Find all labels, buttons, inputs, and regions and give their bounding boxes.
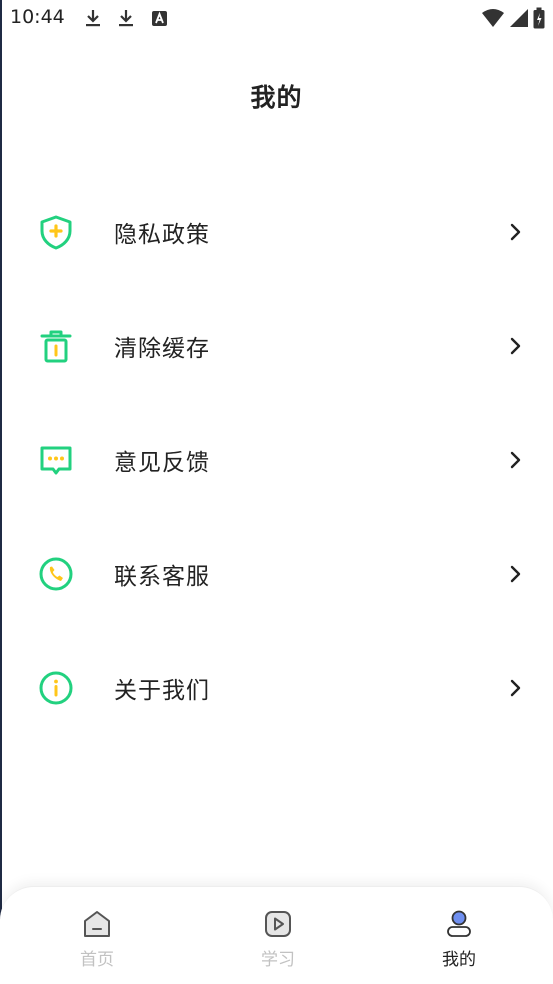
nav-label: 首页 [80,950,114,970]
message-icon [40,446,72,475]
info-icon [39,671,73,705]
font-icon [152,11,167,26]
menu-item-contact-service[interactable]: 联系客服 [0,517,553,631]
download-icon [86,10,100,27]
menu-item-privacy-policy[interactable]: 隐私政策 [0,175,553,289]
profile-icon [447,910,471,937]
menu-item-about-us[interactable]: 关于我们 [0,631,553,745]
chevron-right-icon [510,223,521,241]
page-title: 我的 [250,83,303,112]
chevron-right-icon [510,679,521,697]
menu-item-label: 意见反馈 [114,450,210,476]
bottom-nav: 首页 学习 我的 [0,886,553,984]
nav-label: 我的 [442,950,476,970]
menu-item-label: 联系客服 [114,564,210,590]
menu-item-clear-cache[interactable]: 清除缓存 [0,289,553,403]
menu-item-feedback[interactable]: 意见反馈 [0,403,553,517]
nav-item-home[interactable]: 首页 [5,887,189,984]
wifi-icon [482,9,504,27]
menu-item-label: 清除缓存 [114,336,210,362]
status-bar: 10:44 [0,0,553,36]
nav-item-study[interactable]: 学习 [186,887,370,984]
status-time: 10:44 [10,6,65,28]
nav-label: 学习 [261,950,295,970]
battery-icon [533,7,545,29]
signal-icon [510,9,528,27]
chevron-right-icon [510,565,521,583]
trash-icon [40,330,72,363]
download-icon [119,10,133,27]
nav-item-mine[interactable]: 我的 [367,887,551,984]
menu-item-label: 隐私政策 [114,222,210,248]
chevron-right-icon [510,451,521,469]
settings-menu: 隐私政策 清除缓存 意见反馈 联系客服 关于我们 [0,175,553,745]
shield-icon [40,215,72,250]
play-icon [265,911,291,937]
menu-item-label: 关于我们 [114,678,210,704]
chevron-right-icon [510,337,521,355]
phone-icon [39,557,73,591]
home-icon [84,911,110,937]
